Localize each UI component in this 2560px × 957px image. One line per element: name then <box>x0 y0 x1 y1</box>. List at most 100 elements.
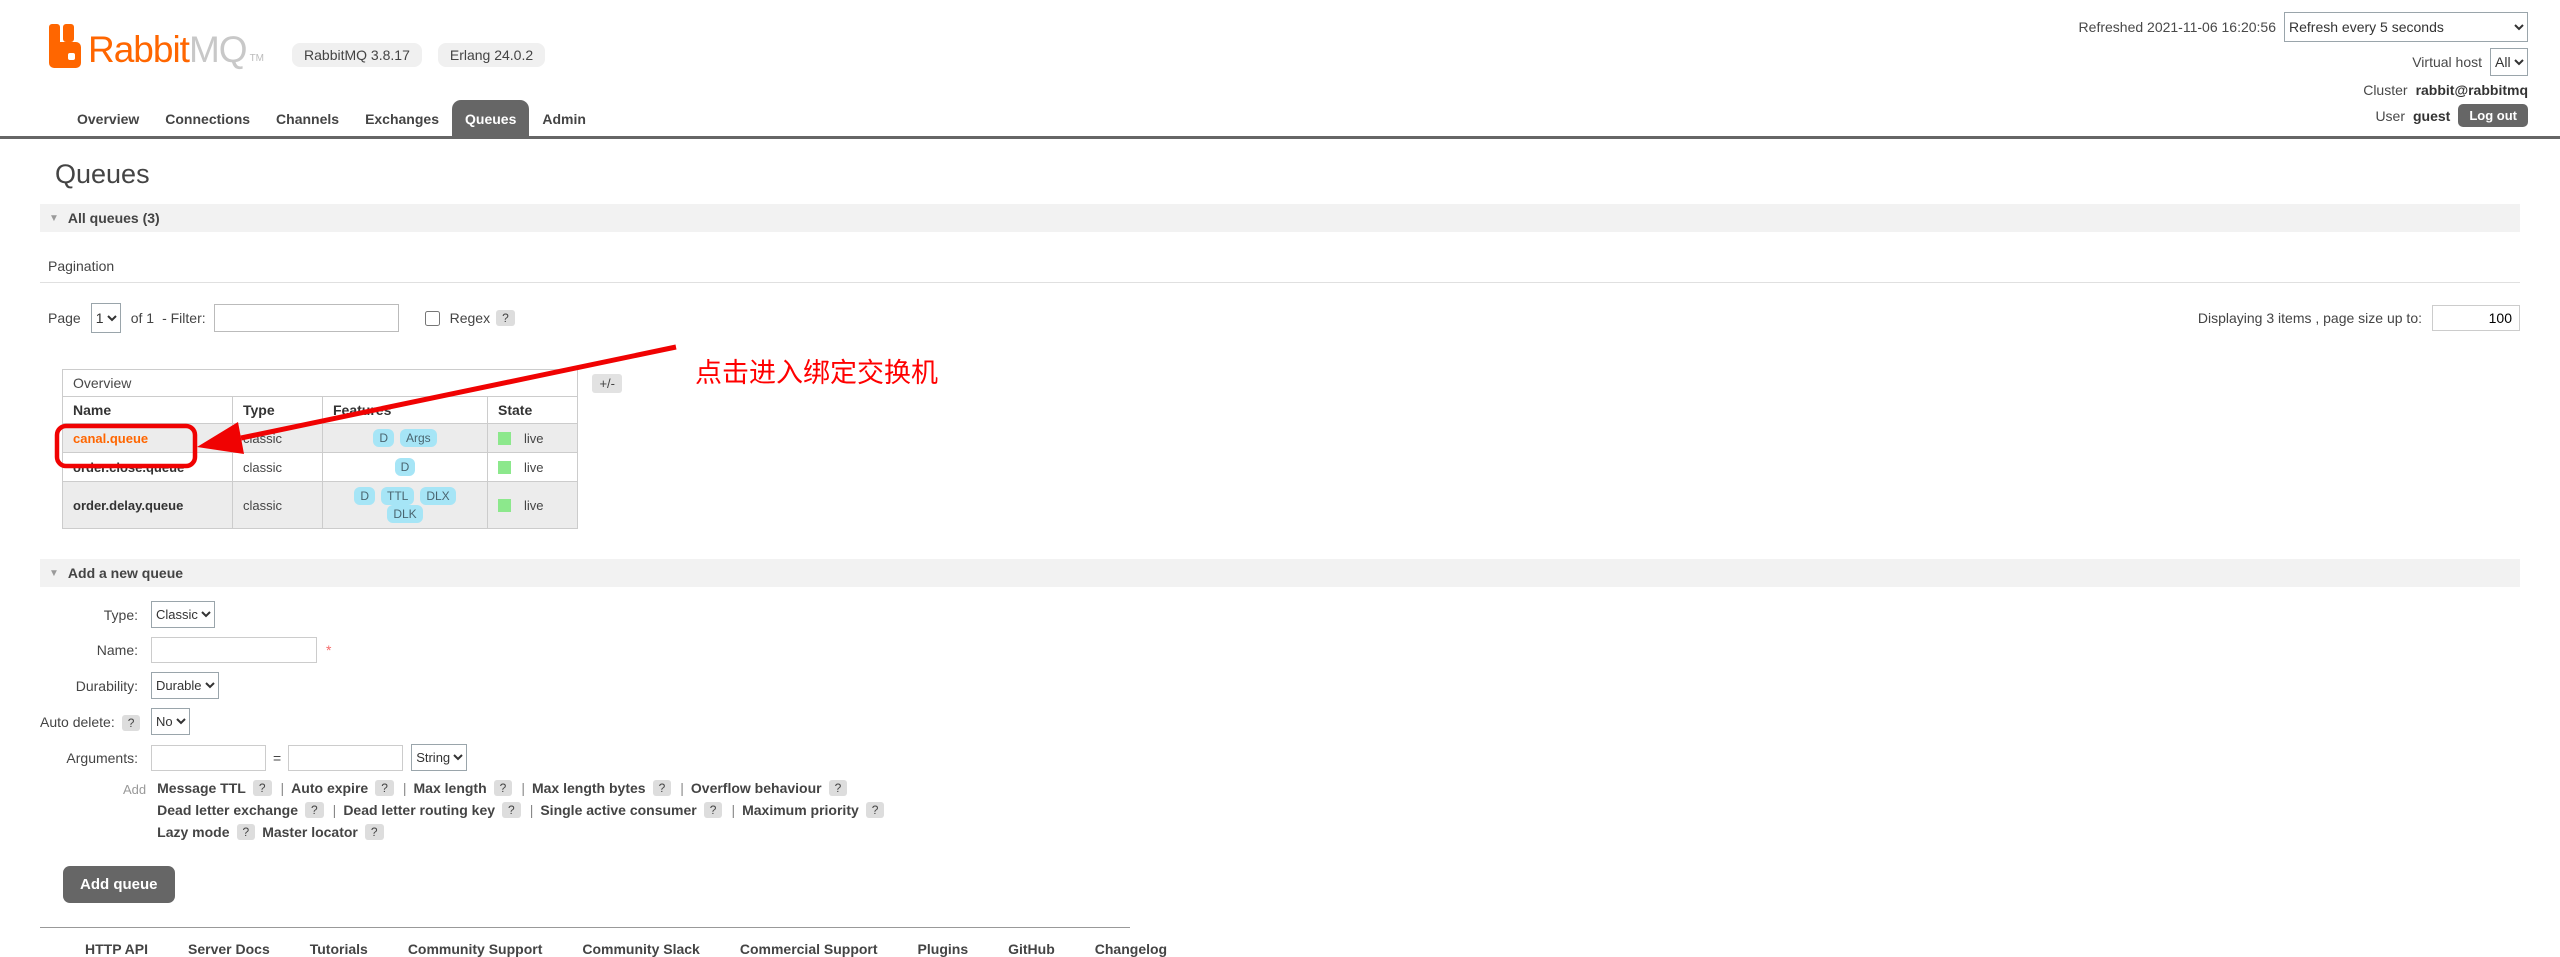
page-label: Page <box>48 310 81 326</box>
logo[interactable]: RabbitMQ TM RabbitMQ 3.8.17 Erlang 24.0.… <box>48 24 546 68</box>
column-header-features: Features <box>322 396 488 424</box>
virtual-host-label: Virtual host <box>2412 54 2482 70</box>
collapse-triangle-icon: ▼ <box>49 567 59 579</box>
add-queue-button[interactable]: Add queue <box>63 866 175 903</box>
help-icon[interactable]: ? <box>652 780 672 796</box>
argument-preset-link[interactable]: Master locator <box>262 824 358 840</box>
help-icon[interactable]: ? <box>375 780 394 796</box>
rabbitmq-version-badge: RabbitMQ 3.8.17 <box>292 43 422 67</box>
argument-presets: Add Message TTL? | Auto expire? | Max length… <box>123 780 2520 846</box>
queue-link[interactable]: order.delay.queue <box>73 498 183 513</box>
page-select[interactable]: 1 <box>90 303 121 333</box>
separator: | <box>402 780 407 796</box>
cluster-label: Cluster <box>2363 82 2408 98</box>
help-icon[interactable]: ? <box>493 780 513 796</box>
all-queues-section-label: All queues (3) <box>67 210 160 226</box>
argument-preset-link[interactable]: Dead letter routing key <box>343 802 495 818</box>
argument-preset-link[interactable]: Max length <box>414 780 487 796</box>
queue-features: D TTL DLXDLK <box>322 481 488 529</box>
page-size-input[interactable] <box>2432 305 2520 331</box>
argument-value-input[interactable] <box>288 744 404 771</box>
queue-type: classic <box>232 481 323 529</box>
table-group-header: Overview <box>62 369 578 397</box>
feature-badge: D <box>373 429 394 447</box>
add-label: Add <box>123 782 147 797</box>
footer-link[interactable]: Plugins <box>918 941 969 957</box>
argument-preset-link[interactable]: Auto expire <box>291 780 368 796</box>
footer-link[interactable]: Community Slack <box>582 941 699 957</box>
state-text: live <box>524 497 544 513</box>
trademark: TM <box>249 53 265 64</box>
feature-badge: DLK <box>387 505 423 523</box>
regex-checkbox[interactable] <box>424 310 440 326</box>
all-queues-section-toggle[interactable]: ▼ All queues (3) <box>40 204 2520 232</box>
main-content: Queues ▼ All queues (3) Pagination Page … <box>0 159 2560 957</box>
help-icon[interactable]: ? <box>236 824 256 840</box>
feature-badge: Args <box>399 429 437 447</box>
user-name: guest <box>2413 107 2451 124</box>
argument-preset-link[interactable]: Message TTL <box>157 780 246 796</box>
regex-label: Regex <box>449 310 491 326</box>
argument-preset-link[interactable]: Overflow behaviour <box>691 780 822 796</box>
tab-overview[interactable]: Overview <box>64 100 152 136</box>
queue-link[interactable]: order.close.queue <box>73 460 184 475</box>
filter-label: - Filter: <box>162 310 206 326</box>
logout-button[interactable]: Log out <box>2458 104 2528 127</box>
help-icon[interactable]: ? <box>252 780 272 796</box>
help-icon[interactable]: ? <box>865 802 885 818</box>
argument-key-input[interactable] <box>151 744 266 771</box>
queue-state: live <box>487 423 578 453</box>
page-title: Queues <box>55 159 150 189</box>
column-selector-toggle[interactable]: +/- <box>592 374 622 393</box>
argument-type-select[interactable]: String <box>411 744 468 771</box>
footer-link[interactable]: Commercial Support <box>740 941 878 957</box>
tab-exchanges[interactable]: Exchanges <box>352 100 452 136</box>
footer-link[interactable]: GitHub <box>1008 941 1055 957</box>
argument-preset-link[interactable]: Dead letter exchange <box>157 802 298 818</box>
state-text: live <box>524 430 544 446</box>
column-header-state: State <box>487 396 578 424</box>
table-row: order.delay.queue classic D TTL DLXDLK live <box>62 481 578 529</box>
argument-preset-link[interactable]: Lazy mode <box>157 824 229 840</box>
tab-queues[interactable]: Queues <box>452 100 530 136</box>
virtual-host-select[interactable]: All <box>2490 48 2528 76</box>
tab-connections[interactable]: Connections <box>152 100 263 136</box>
tab-channels[interactable]: Channels <box>263 100 352 136</box>
auto-delete-select[interactable]: No <box>151 708 190 735</box>
queue-state: live <box>487 452 578 482</box>
footer-link[interactable]: Tutorials <box>310 941 368 957</box>
feature-badge: DLX <box>420 487 456 505</box>
state-ok-square <box>498 498 511 512</box>
durability-select[interactable]: Durable <box>151 672 219 699</box>
queue-link[interactable]: canal.queue <box>73 431 148 446</box>
regex-help-icon[interactable]: ? <box>496 310 515 326</box>
argument-preset-link[interactable]: Single active consumer <box>540 802 696 818</box>
column-header-row: Name Type Features State <box>62 396 578 424</box>
queue-features: D <box>322 452 488 482</box>
refresh-interval-select[interactable]: Refresh every 5 seconds <box>2284 12 2528 42</box>
column-header-name: Name <box>62 396 233 424</box>
user-label: User <box>2375 107 2405 124</box>
help-icon[interactable]: ? <box>828 780 848 796</box>
help-icon[interactable]: ? <box>304 802 324 818</box>
queue-name-input[interactable] <box>151 637 317 663</box>
argument-preset-link[interactable]: Max length bytes <box>532 780 646 796</box>
help-icon[interactable]: ? <box>364 824 384 840</box>
separator: | <box>521 780 525 796</box>
footer-link[interactable]: Server Docs <box>188 941 270 957</box>
header: RabbitMQ TM RabbitMQ 3.8.17 Erlang 24.0.… <box>0 0 2560 127</box>
filter-input[interactable] <box>213 304 399 332</box>
auto-delete-help-icon[interactable]: ? <box>121 714 141 731</box>
help-icon[interactable]: ? <box>502 802 521 818</box>
footer-link[interactable]: Community Support <box>408 941 543 957</box>
version-badges: RabbitMQ 3.8.17 Erlang 24.0.2 <box>292 43 546 67</box>
queue-type-select[interactable]: Classic <box>151 601 215 628</box>
footer-link[interactable]: HTTP API <box>85 941 148 957</box>
refreshed-timestamp: Refreshed 2021-11-06 16:20:56 <box>2078 19 2276 35</box>
column-header-type: Type <box>232 396 323 424</box>
tab-admin[interactable]: Admin <box>529 100 599 136</box>
footer-link[interactable]: Changelog <box>1095 941 1167 957</box>
help-icon[interactable]: ? <box>703 802 723 818</box>
add-queue-section-toggle[interactable]: ▼ Add a new queue <box>40 559 2520 587</box>
argument-preset-link[interactable]: Maximum priority <box>742 802 859 818</box>
